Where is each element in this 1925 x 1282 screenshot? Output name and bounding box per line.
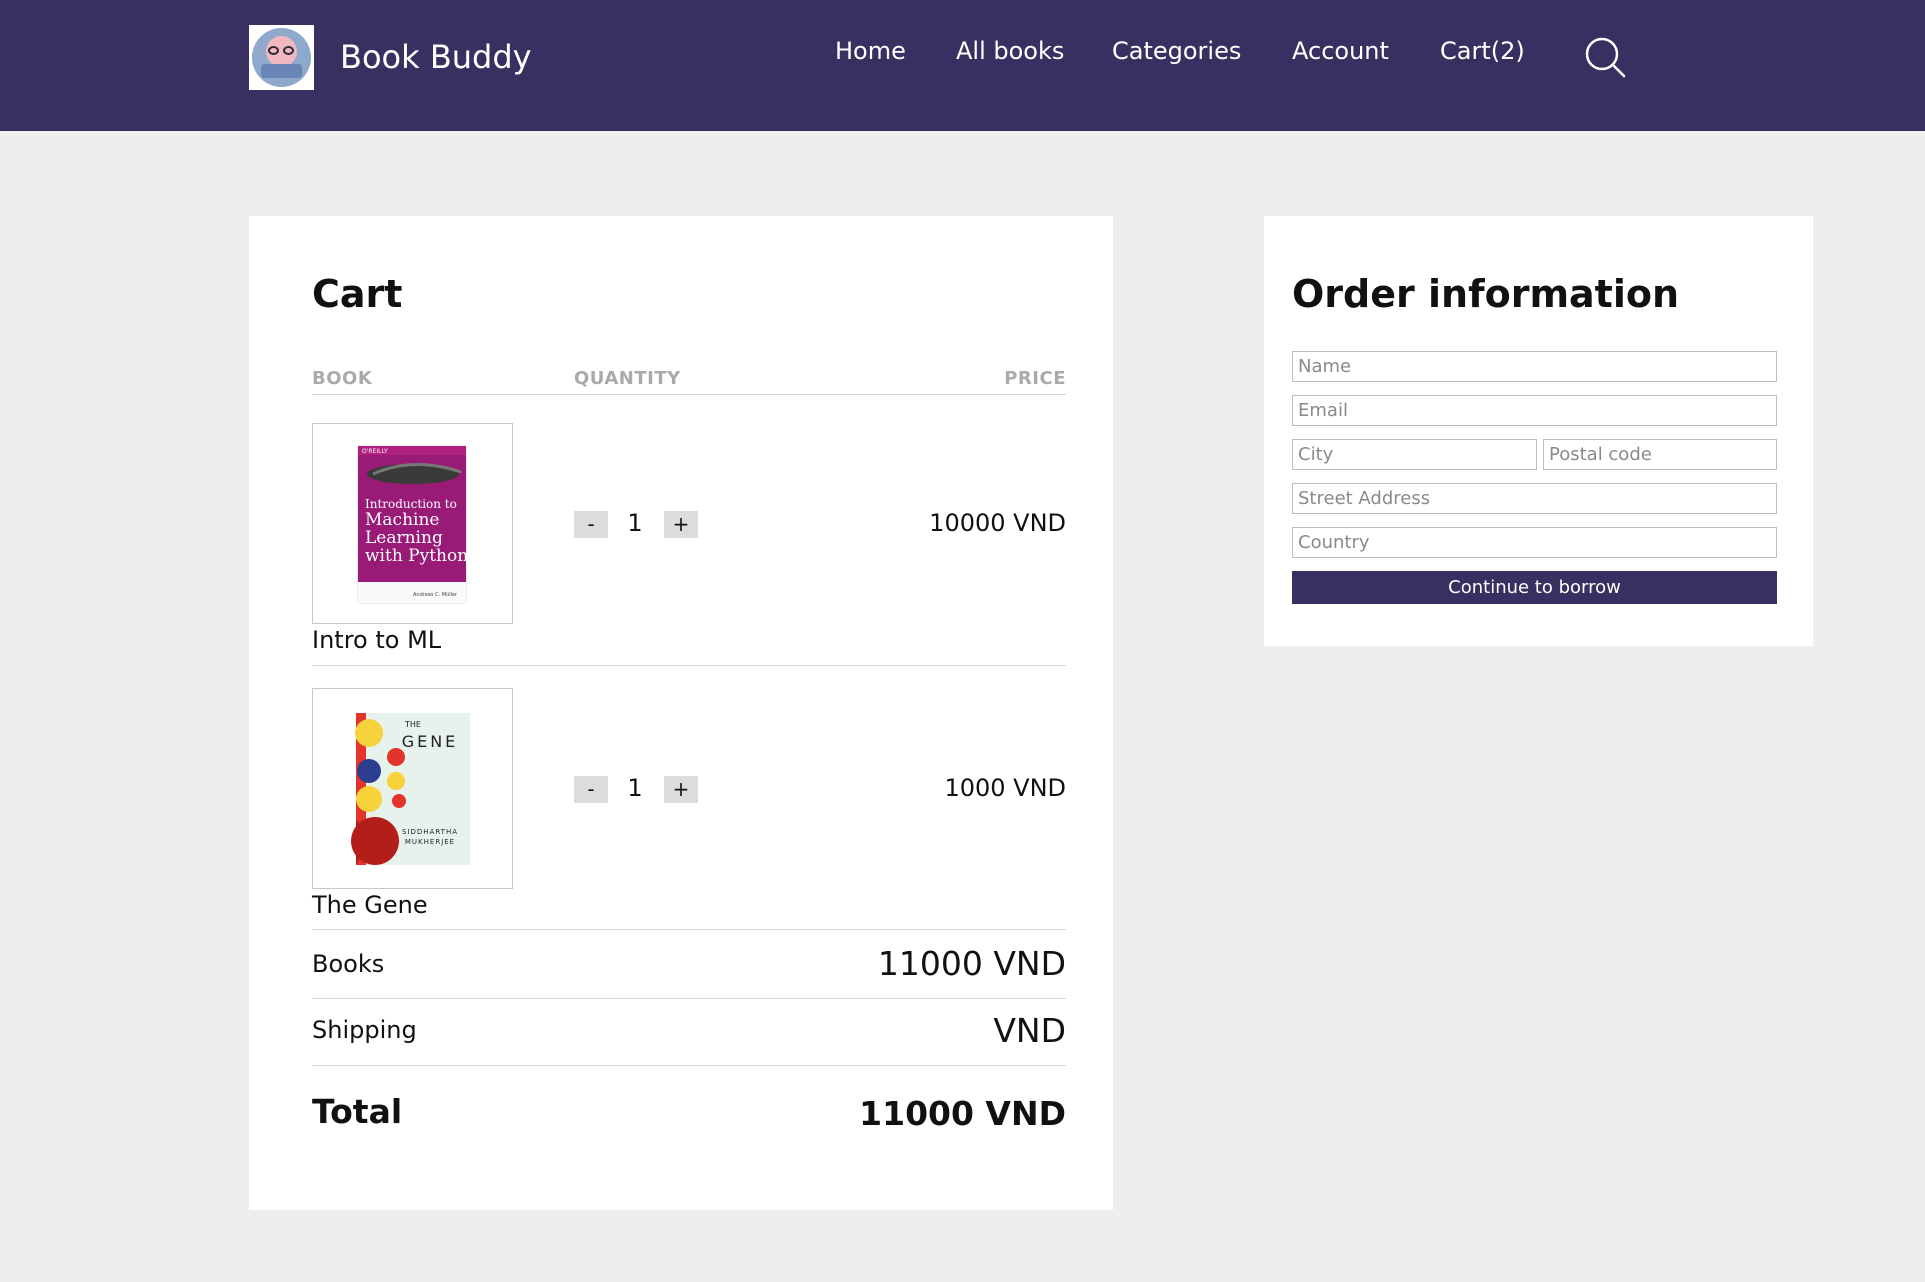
book-cover-intro-to-ml[interactable]: O'REILLY Introduction to Machine Learnin… <box>312 423 513 624</box>
brand-name[interactable]: Book Buddy <box>340 38 532 76</box>
nav-account[interactable]: Account <box>1292 37 1389 65</box>
logo-brain-icon <box>252 28 311 87</box>
svg-text:Machine: Machine <box>365 510 439 530</box>
quantity-value: 1 <box>627 509 643 537</box>
decrement-quantity-button[interactable]: - <box>574 511 608 538</box>
nav-all-books[interactable]: All books <box>956 37 1064 65</box>
svg-text:GENE: GENE <box>402 732 459 751</box>
divider <box>312 998 1066 999</box>
column-header-quantity: QUANTITY <box>574 368 681 389</box>
nav-cart[interactable]: Cart(2) <box>1440 37 1525 65</box>
nav-categories[interactable]: Categories <box>1112 37 1241 65</box>
divider <box>312 665 1066 666</box>
city-input[interactable] <box>1292 439 1537 470</box>
books-subtotal-label: Books <box>312 950 385 978</box>
email-input[interactable] <box>1292 395 1777 426</box>
svg-text:THE: THE <box>404 720 421 729</box>
column-header-price: PRICE <box>1004 368 1066 389</box>
nav-home[interactable]: Home <box>835 37 906 65</box>
country-input[interactable] <box>1292 527 1777 558</box>
books-subtotal-value: 11000 VND <box>877 944 1066 983</box>
svg-text:Introduction to: Introduction to <box>365 497 457 511</box>
decrement-quantity-button[interactable]: - <box>574 776 608 803</box>
shipping-value: VND <box>993 1011 1066 1050</box>
divider <box>312 394 1066 395</box>
divider <box>312 929 1066 930</box>
name-input[interactable] <box>1292 351 1777 382</box>
postal-code-input[interactable] <box>1543 439 1777 470</box>
total-value: 11000 VND <box>859 1094 1066 1133</box>
book-title[interactable]: Intro to ML <box>312 626 441 654</box>
item-price: 1000 VND <box>944 774 1066 802</box>
street-address-input[interactable] <box>1292 483 1777 514</box>
top-navbar: Book Buddy Home All books Categories Acc… <box>0 0 1925 131</box>
divider <box>312 1065 1066 1066</box>
logo[interactable] <box>249 25 314 90</box>
item-price: 10000 VND <box>929 509 1066 537</box>
increment-quantity-button[interactable]: + <box>664 511 698 538</box>
svg-text:with Python: with Python <box>365 546 468 566</box>
book-title[interactable]: The Gene <box>312 891 428 919</box>
svg-text:Andreas C. Müller: Andreas C. Müller <box>413 592 458 598</box>
quantity-value: 1 <box>627 774 643 802</box>
order-title: Order information <box>1292 272 1680 316</box>
svg-text:Learning: Learning <box>365 528 443 548</box>
svg-text:MUKHERJEE: MUKHERJEE <box>405 838 455 846</box>
book-cover-the-gene[interactable]: THE GENE SIDDHARTHA MUKHERJEE <box>312 688 513 889</box>
continue-to-borrow-button[interactable]: Continue to borrow <box>1292 571 1777 604</box>
shipping-label: Shipping <box>312 1016 417 1044</box>
total-label: Total <box>312 1092 403 1131</box>
column-header-book: BOOK <box>312 368 373 389</box>
svg-text:SIDDHARTHA: SIDDHARTHA <box>402 828 458 836</box>
search-icon[interactable] <box>1584 36 1626 78</box>
cart-title: Cart <box>312 272 403 316</box>
increment-quantity-button[interactable]: + <box>664 776 698 803</box>
svg-text:O'REILLY: O'REILLY <box>362 448 388 455</box>
